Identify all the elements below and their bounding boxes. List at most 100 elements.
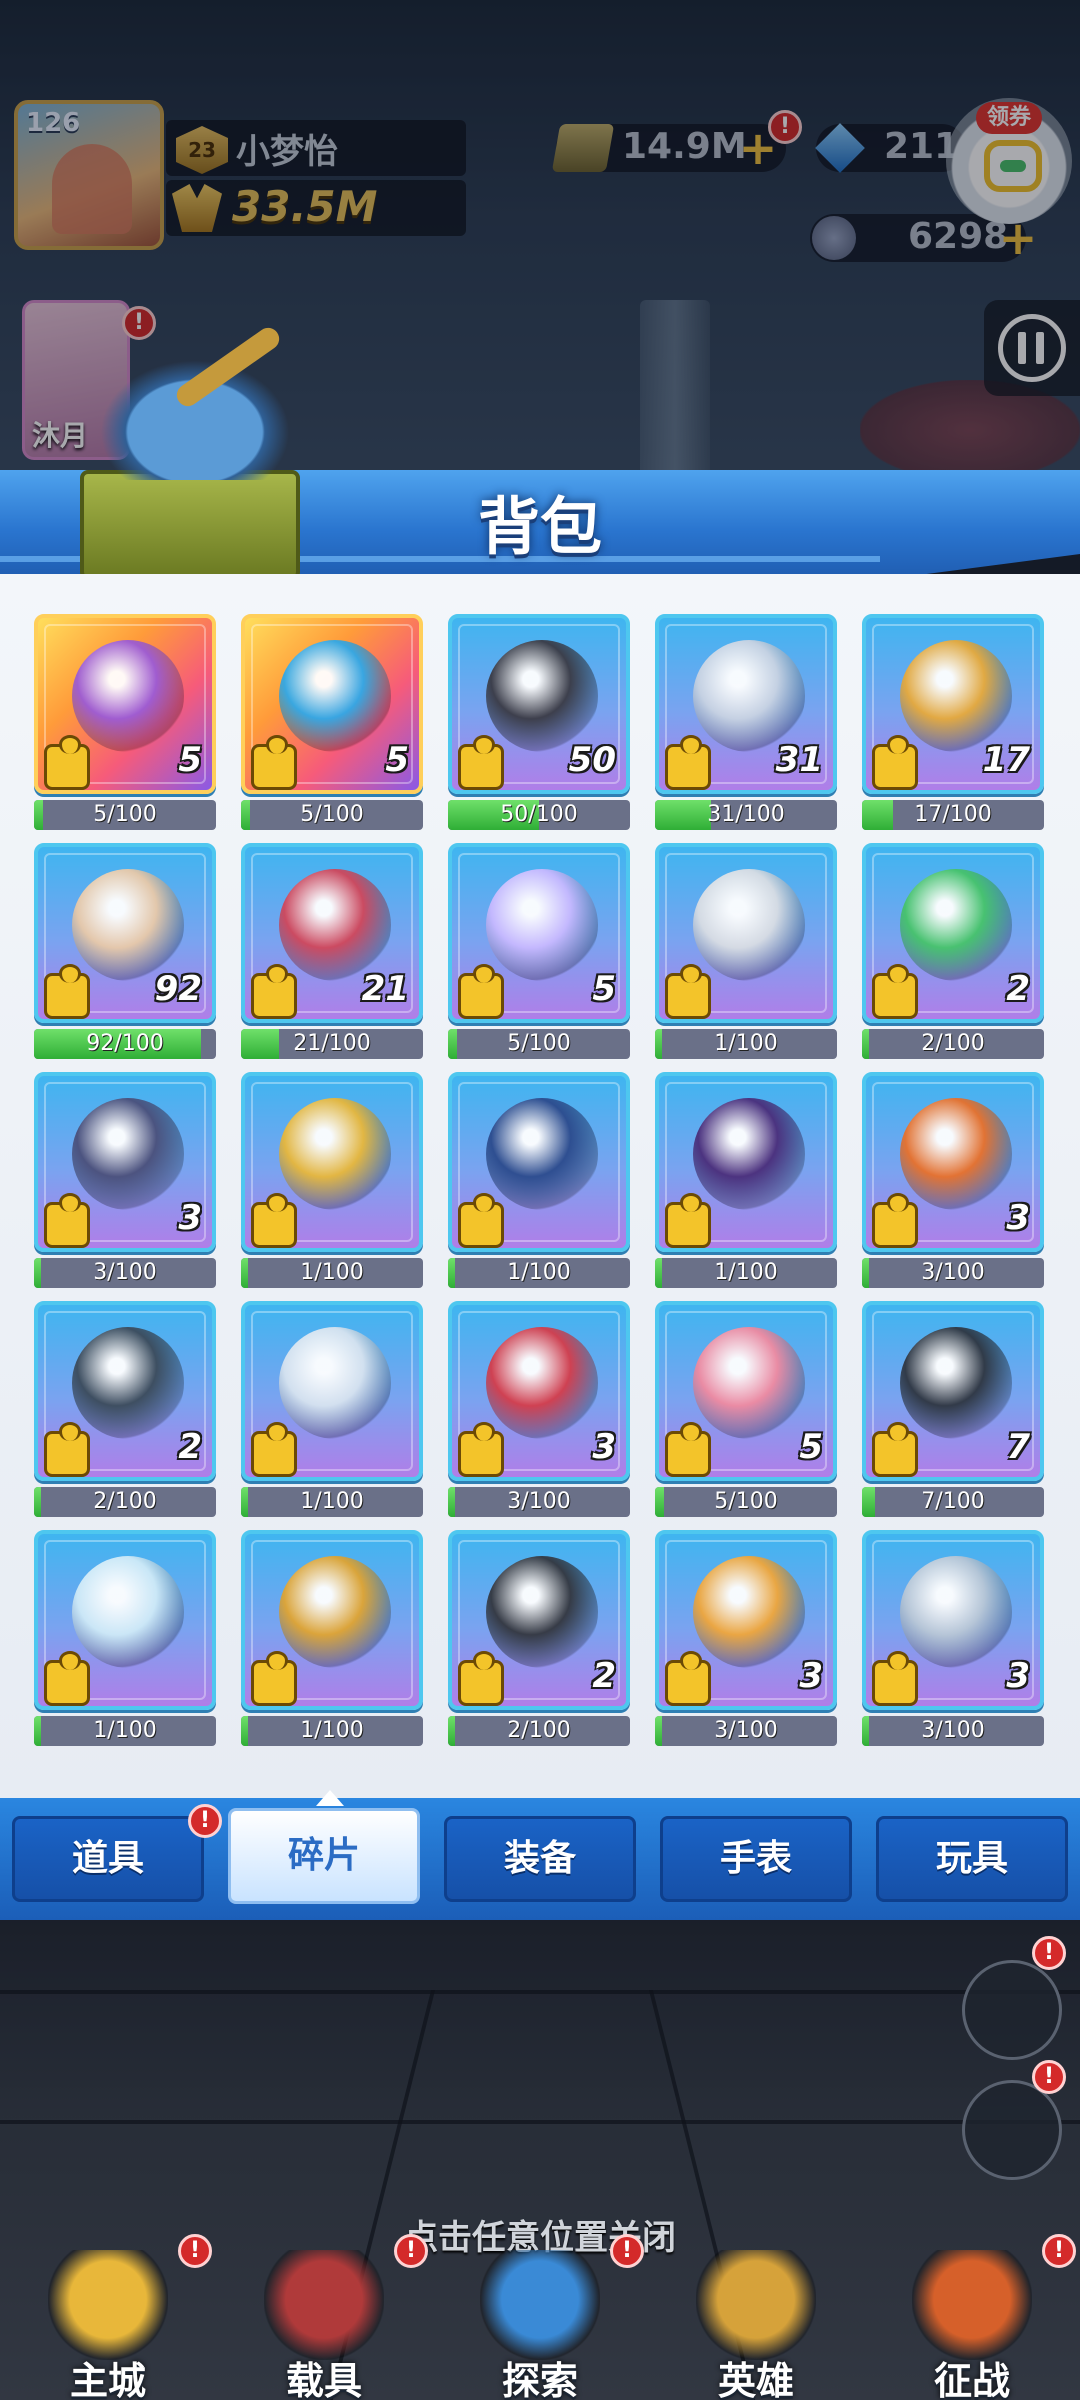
fragment-progress-bar: 1/100	[655, 1258, 837, 1288]
fragment-progress-text: 3/100	[714, 1718, 778, 1743]
puzzle-piece-icon	[665, 1193, 711, 1248]
fragment-card[interactable]: 3	[655, 1530, 837, 1710]
fragment-card[interactable]	[241, 1301, 423, 1481]
fragment-slot[interactable]: 92 92/100	[34, 843, 216, 1059]
fragment-card[interactable]: 2	[448, 1530, 630, 1710]
fragment-progress-text: 17/100	[914, 802, 992, 827]
fragment-card[interactable]: 2	[34, 1301, 216, 1481]
fragment-slot[interactable]: 1/100	[241, 1301, 423, 1517]
fragment-slot[interactable]: 1/100	[655, 1072, 837, 1288]
tab-toys[interactable]: 玩具	[876, 1816, 1068, 1902]
nav-vehicle[interactable]: 载具!	[224, 2230, 428, 2400]
fragment-card[interactable]: 50	[448, 614, 630, 794]
tab-equipment[interactable]: 装备	[444, 1816, 636, 1902]
cannon-barrel-icon	[72, 1327, 184, 1439]
fragment-progress-bar: 2/100	[862, 1029, 1044, 1059]
fragment-slot[interactable]: 5 5/100	[34, 614, 216, 830]
fragment-progress-bar: 5/100	[448, 1029, 630, 1059]
fragment-quantity: 3	[1006, 1198, 1030, 1238]
black-cannon-icon	[486, 1556, 598, 1668]
fragment-card[interactable]: 5	[448, 843, 630, 1023]
fragment-progress-text: 5/100	[93, 802, 157, 827]
fragment-card[interactable]	[241, 1530, 423, 1710]
fragment-card[interactable]	[655, 1072, 837, 1252]
puzzle-piece-icon	[665, 1651, 711, 1706]
fragment-slot[interactable]: 2 2/100	[862, 843, 1044, 1059]
fragment-progress-text: 5/100	[714, 1489, 778, 1514]
fragment-slot[interactable]: 31 31/100	[655, 614, 837, 830]
fragment-slot[interactable]: 5 5/100	[655, 1301, 837, 1517]
silver-swirl-icon	[279, 1327, 391, 1439]
fragment-slot[interactable]: 17 17/100	[862, 614, 1044, 830]
winged-helmet-icon	[279, 1098, 391, 1210]
fragment-progress-bar: 3/100	[34, 1258, 216, 1288]
fragment-card[interactable]: 31	[655, 614, 837, 794]
fragment-card[interactable]: 3	[34, 1072, 216, 1252]
control-console-icon	[693, 869, 805, 981]
fragment-slot[interactable]: 3 3/100	[448, 1301, 630, 1517]
nav-alert-badge: !	[610, 2234, 644, 2268]
fragment-card[interactable]	[448, 1072, 630, 1252]
friends-alert-badge: !	[1032, 1936, 1066, 1970]
fragment-card[interactable]: 21	[241, 843, 423, 1023]
fragment-slot[interactable]: 1/100	[34, 1530, 216, 1746]
fragment-card[interactable]	[241, 1072, 423, 1252]
fragment-card[interactable]: 5	[241, 614, 423, 794]
fragment-card[interactable]: 5	[655, 1301, 837, 1481]
nav-hero-helmet[interactable]: 英雄	[656, 2230, 856, 2400]
puzzle-piece-icon	[665, 735, 711, 790]
fragment-progress-bar: 1/100	[241, 1487, 423, 1517]
fragment-slot[interactable]: 21 21/100	[241, 843, 423, 1059]
fragment-progress-text: 3/100	[921, 1718, 985, 1743]
fragment-card[interactable]	[655, 843, 837, 1023]
puzzle-piece-icon	[44, 735, 90, 790]
nav-battle-screen[interactable]: 征战!	[872, 2230, 1076, 2400]
tab-fragments[interactable]: 碎片	[228, 1808, 420, 1904]
fragment-progress-text: 7/100	[921, 1489, 985, 1514]
fragment-slot[interactable]: 7 7/100	[862, 1301, 1044, 1517]
tab-watches[interactable]: 手表	[660, 1816, 852, 1902]
fragment-slot[interactable]: 1/100	[448, 1072, 630, 1288]
fragment-slot[interactable]: 3 3/100	[862, 1072, 1044, 1288]
fragment-card[interactable]: 92	[34, 843, 216, 1023]
fragment-progress-text: 2/100	[507, 1718, 571, 1743]
fragment-card[interactable]: 3	[862, 1072, 1044, 1252]
fragment-slot[interactable]: 3 3/100	[34, 1072, 216, 1288]
fragment-slot[interactable]: 50 50/100	[448, 614, 630, 830]
nav-castle[interactable]: 主城!	[8, 2230, 212, 2400]
green-blade-icon	[900, 869, 1012, 981]
fragment-slot[interactable]: 5 5/100	[448, 843, 630, 1059]
tab-items[interactable]: 道具	[12, 1816, 204, 1902]
active-tab-caret	[316, 1790, 344, 1806]
fragment-progress-text: 1/100	[93, 1718, 157, 1743]
ranking-button[interactable]	[962, 2080, 1062, 2180]
fragment-progress-bar: 1/100	[34, 1716, 216, 1746]
nav-globe[interactable]: 探索!	[440, 2230, 644, 2400]
puzzle-piece-icon	[872, 964, 918, 1019]
puzzle-piece-icon	[251, 1193, 297, 1248]
nav-label: 征战	[933, 2359, 1010, 2400]
fragment-card[interactable]	[34, 1530, 216, 1710]
fragment-slot[interactable]: 1/100	[241, 1072, 423, 1288]
battle-screen-icon	[912, 2250, 1032, 2360]
fragment-slot[interactable]: 1/100	[241, 1530, 423, 1746]
fragment-progress-text: 2/100	[921, 1031, 985, 1056]
fragment-slot[interactable]: 2 2/100	[448, 1530, 630, 1746]
fragment-slot[interactable]: 2 2/100	[34, 1301, 216, 1517]
ice-crystal-icon	[72, 1556, 184, 1668]
fragment-slot[interactable]: 3 3/100	[862, 1530, 1044, 1746]
fragment-card[interactable]: 5	[34, 614, 216, 794]
dark-gem-coffin-icon	[72, 1098, 184, 1210]
fragment-slot[interactable]: 1/100	[655, 843, 837, 1059]
nav-label: 英雄	[717, 2359, 794, 2400]
fragment-card[interactable]: 17	[862, 614, 1044, 794]
fragment-card[interactable]: 3	[448, 1301, 630, 1481]
fragment-card[interactable]: 2	[862, 843, 1044, 1023]
golden-ankh-icon	[693, 1556, 805, 1668]
fragment-slot[interactable]: 5 5/100	[241, 614, 423, 830]
fragment-progress-bar: 1/100	[655, 1029, 837, 1059]
fragment-slot[interactable]: 3 3/100	[655, 1530, 837, 1746]
friends-button[interactable]	[962, 1960, 1062, 2060]
fragment-card[interactable]: 7	[862, 1301, 1044, 1481]
fragment-card[interactable]: 3	[862, 1530, 1044, 1710]
